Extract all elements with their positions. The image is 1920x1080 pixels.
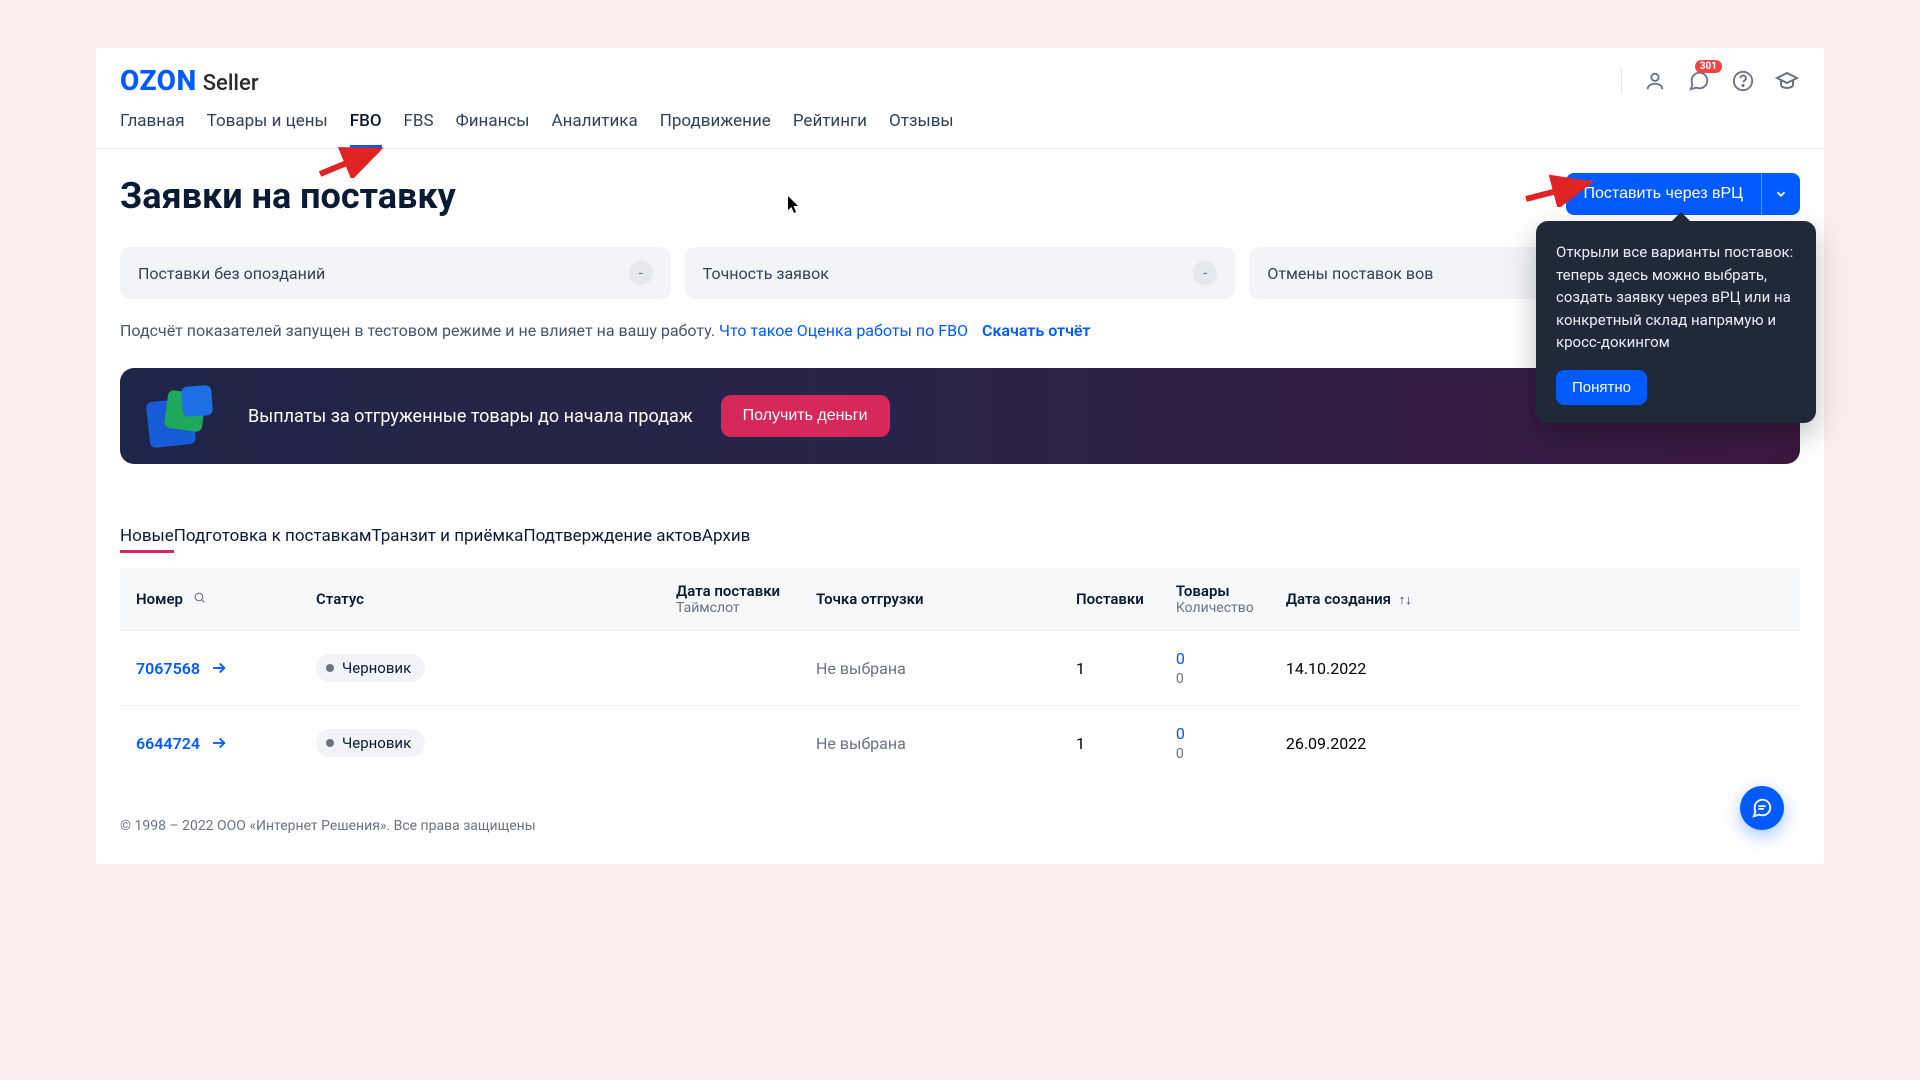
th-number[interactable]: Номер	[120, 568, 300, 631]
nav-finance[interactable]: Финансы	[456, 111, 530, 148]
cell-goods: 0 0	[1160, 631, 1270, 706]
app-window: OZON Seller 301 Главная Товары и цены FB…	[96, 48, 1824, 864]
note-text: Подсчёт показателей запущен в тестовом р…	[120, 321, 719, 340]
nav-reviews[interactable]: Отзывы	[889, 111, 954, 148]
arrow-right-icon	[210, 659, 228, 677]
help-icon[interactable]	[1730, 68, 1756, 94]
goods-link[interactable]: 0	[1176, 724, 1254, 743]
link-fbo-info[interactable]: Что такое Оценка работы по FBO	[719, 321, 968, 340]
create-supply-dropdown[interactable]	[1761, 173, 1800, 215]
chevron-down-icon	[1774, 187, 1788, 201]
chat-fab[interactable]	[1740, 786, 1784, 830]
supply-tabs: НовыеПодготовка к поставкамТранзит и при…	[120, 526, 1800, 546]
footer-copyright: © 1998 – 2022 ООО «Интернет Решения». Вс…	[96, 800, 1824, 864]
th-delivery-date: Дата поставки Таймслот	[660, 568, 800, 631]
metric-value: -	[1193, 261, 1217, 285]
tab-preparation[interactable]: Подготовка к поставкам	[174, 526, 372, 546]
cta-group: Поставить через вРЦ	[1566, 173, 1800, 215]
metric-label: Отмены поставок вов	[1267, 264, 1433, 283]
th-ship-point: Точка отгрузки	[800, 568, 1060, 631]
chat-bubble-icon	[1751, 797, 1773, 819]
metric-label: Поставки без опозданий	[138, 264, 325, 283]
nav-ratings[interactable]: Рейтинги	[793, 111, 867, 148]
cell-ship-point: Не выбрана	[800, 631, 1060, 706]
search-icon	[193, 590, 206, 608]
chat-icon[interactable]: 301	[1686, 68, 1712, 94]
mouse-cursor-icon	[788, 196, 800, 218]
cell-supplies: 1	[1060, 706, 1160, 781]
nav-products[interactable]: Товары и цены	[207, 111, 328, 148]
nav-fbo[interactable]: FBO	[350, 111, 382, 148]
cell-delivery-date	[660, 631, 800, 706]
nav-fbs[interactable]: FBS	[404, 111, 434, 148]
th-supplies: Поставки	[1060, 568, 1160, 631]
arrow-right-icon	[210, 734, 228, 752]
nav-promo[interactable]: Продвижение	[660, 111, 771, 148]
metric-value: -	[629, 261, 653, 285]
th-goods: Товары Количество	[1160, 568, 1270, 631]
status-dot-icon	[326, 664, 334, 672]
get-money-button[interactable]: Получить деньги	[721, 395, 890, 437]
graduation-icon[interactable]	[1774, 68, 1800, 94]
sort-icon: ↑↓	[1399, 593, 1412, 608]
header-icons: 301	[1621, 68, 1800, 94]
cell-delivery-date	[660, 706, 800, 781]
cell-created: 26.09.2022	[1270, 706, 1800, 781]
status-badge: Черновик	[316, 654, 425, 682]
logo-brand: OZON	[120, 64, 197, 97]
metric-card-ontime[interactable]: Поставки без опозданий -	[120, 247, 671, 299]
annotation-arrow-icon	[1524, 173, 1596, 207]
status-dot-icon	[326, 739, 334, 747]
cell-ship-point: Не выбрана	[800, 706, 1060, 781]
notification-badge: 301	[1695, 60, 1722, 73]
annotation-arrow-icon	[318, 144, 386, 178]
cell-supplies: 1	[1060, 631, 1160, 706]
th-created[interactable]: Дата создания ↑↓	[1270, 568, 1800, 631]
info-tooltip: Открыли все варианты поставок: теперь зд…	[1536, 221, 1816, 423]
logo-sub: Seller	[203, 71, 259, 96]
tab-new[interactable]: Новые	[120, 526, 174, 553]
supply-link[interactable]: 7067568	[136, 659, 284, 678]
tab-transit[interactable]: Транзит и приёмка	[372, 526, 524, 546]
logo[interactable]: OZON Seller	[120, 64, 259, 97]
table-row: 7067568 Черновик Не выбрана 1	[120, 631, 1800, 706]
money-stack-icon	[148, 386, 220, 446]
nav-home[interactable]: Главная	[120, 111, 185, 148]
th-status: Статус	[300, 568, 660, 631]
tooltip-confirm-button[interactable]: Понятно	[1556, 370, 1647, 405]
metric-label: Точность заявок	[703, 264, 829, 283]
user-icon[interactable]	[1642, 68, 1668, 94]
goods-link[interactable]: 0	[1176, 649, 1254, 668]
supply-link[interactable]: 6644724	[136, 734, 284, 753]
cell-goods: 0 0	[1160, 706, 1270, 781]
metric-card-accuracy[interactable]: Точность заявок -	[685, 247, 1236, 299]
tooltip-text: Открыли все варианты поставок: теперь зд…	[1556, 241, 1796, 354]
supplies-table: Номер Статус Дата поставки Таймслот Точк…	[120, 568, 1800, 780]
main-nav: Главная Товары и цены FBO FBS Финансы Ан…	[96, 97, 1824, 149]
status-badge: Черновик	[316, 729, 425, 757]
table-row: 6644724 Черновик Не выбрана 1	[120, 706, 1800, 781]
banner-text: Выплаты за отгруженные товары до начала …	[248, 406, 693, 427]
header: OZON Seller 301	[96, 48, 1824, 97]
tab-archive[interactable]: Архив	[702, 526, 750, 546]
tab-confirmation[interactable]: Подтверждение актов	[523, 526, 701, 546]
content: Заявки на поставку Поставить через вРЦ О…	[96, 149, 1824, 800]
link-download-report[interactable]: Скачать отчёт	[982, 321, 1090, 340]
nav-analytics[interactable]: Аналитика	[552, 111, 638, 148]
cell-created: 14.10.2022	[1270, 631, 1800, 706]
